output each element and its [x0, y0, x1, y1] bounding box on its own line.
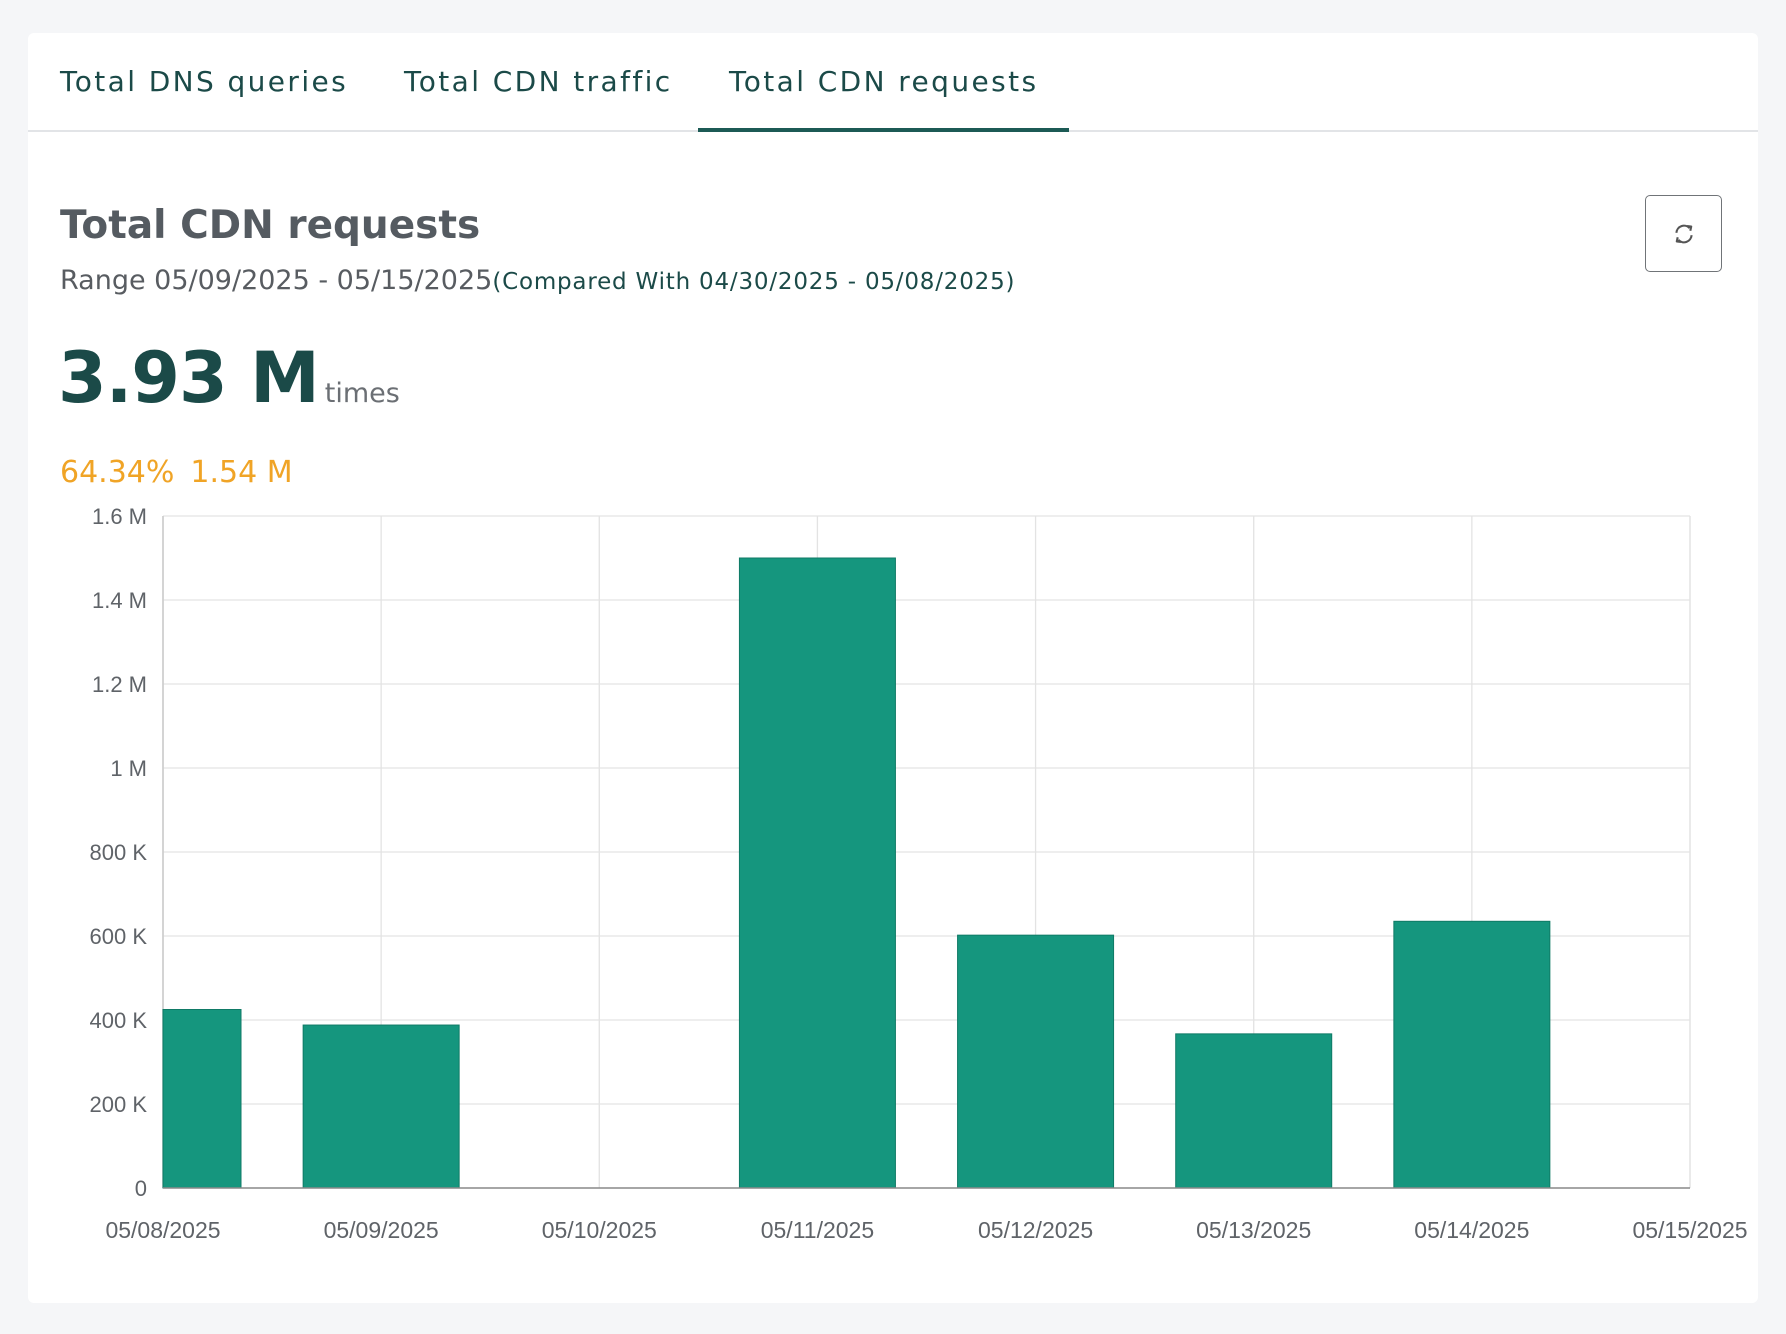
y-tick-label: 0	[135, 1176, 147, 1201]
x-tick-label: 05/15/2025	[1632, 1217, 1747, 1243]
y-tick-label: 400 K	[90, 1008, 148, 1033]
x-tick-label: 05/09/2025	[324, 1217, 439, 1243]
bar	[738, 557, 896, 1189]
y-tick-label: 1.2 M	[92, 672, 147, 697]
x-tick-label: 05/14/2025	[1414, 1217, 1529, 1243]
y-tick-label: 200 K	[90, 1092, 148, 1117]
y-tick-label: 1.6 M	[92, 504, 147, 529]
x-tick-label: 05/10/2025	[542, 1217, 657, 1243]
x-tick-label: 05/12/2025	[978, 1217, 1093, 1243]
y-tick-label: 1 M	[110, 756, 147, 781]
y-tick-label: 600 K	[90, 924, 148, 949]
bar	[302, 1024, 460, 1189]
y-tick-label: 1.4 M	[92, 588, 147, 613]
x-tick-label: 05/11/2025	[761, 1217, 874, 1243]
bar	[1175, 1033, 1333, 1189]
x-tick-label: 05/08/2025	[105, 1217, 220, 1243]
requests-bar-chart: 0 200 K 400 K 600 K 800 K 1 M 1.2 M 1.4 M 1.6 M 0…	[90, 504, 1748, 1243]
bar	[162, 1009, 242, 1189]
y-tick-label: 800 K	[90, 840, 148, 865]
x-tick-label: 05/13/2025	[1196, 1217, 1311, 1243]
bar	[1393, 920, 1551, 1189]
stats-card: Total DNS queries Total CDN traffic Tota…	[28, 33, 1758, 1303]
bar	[957, 934, 1115, 1189]
